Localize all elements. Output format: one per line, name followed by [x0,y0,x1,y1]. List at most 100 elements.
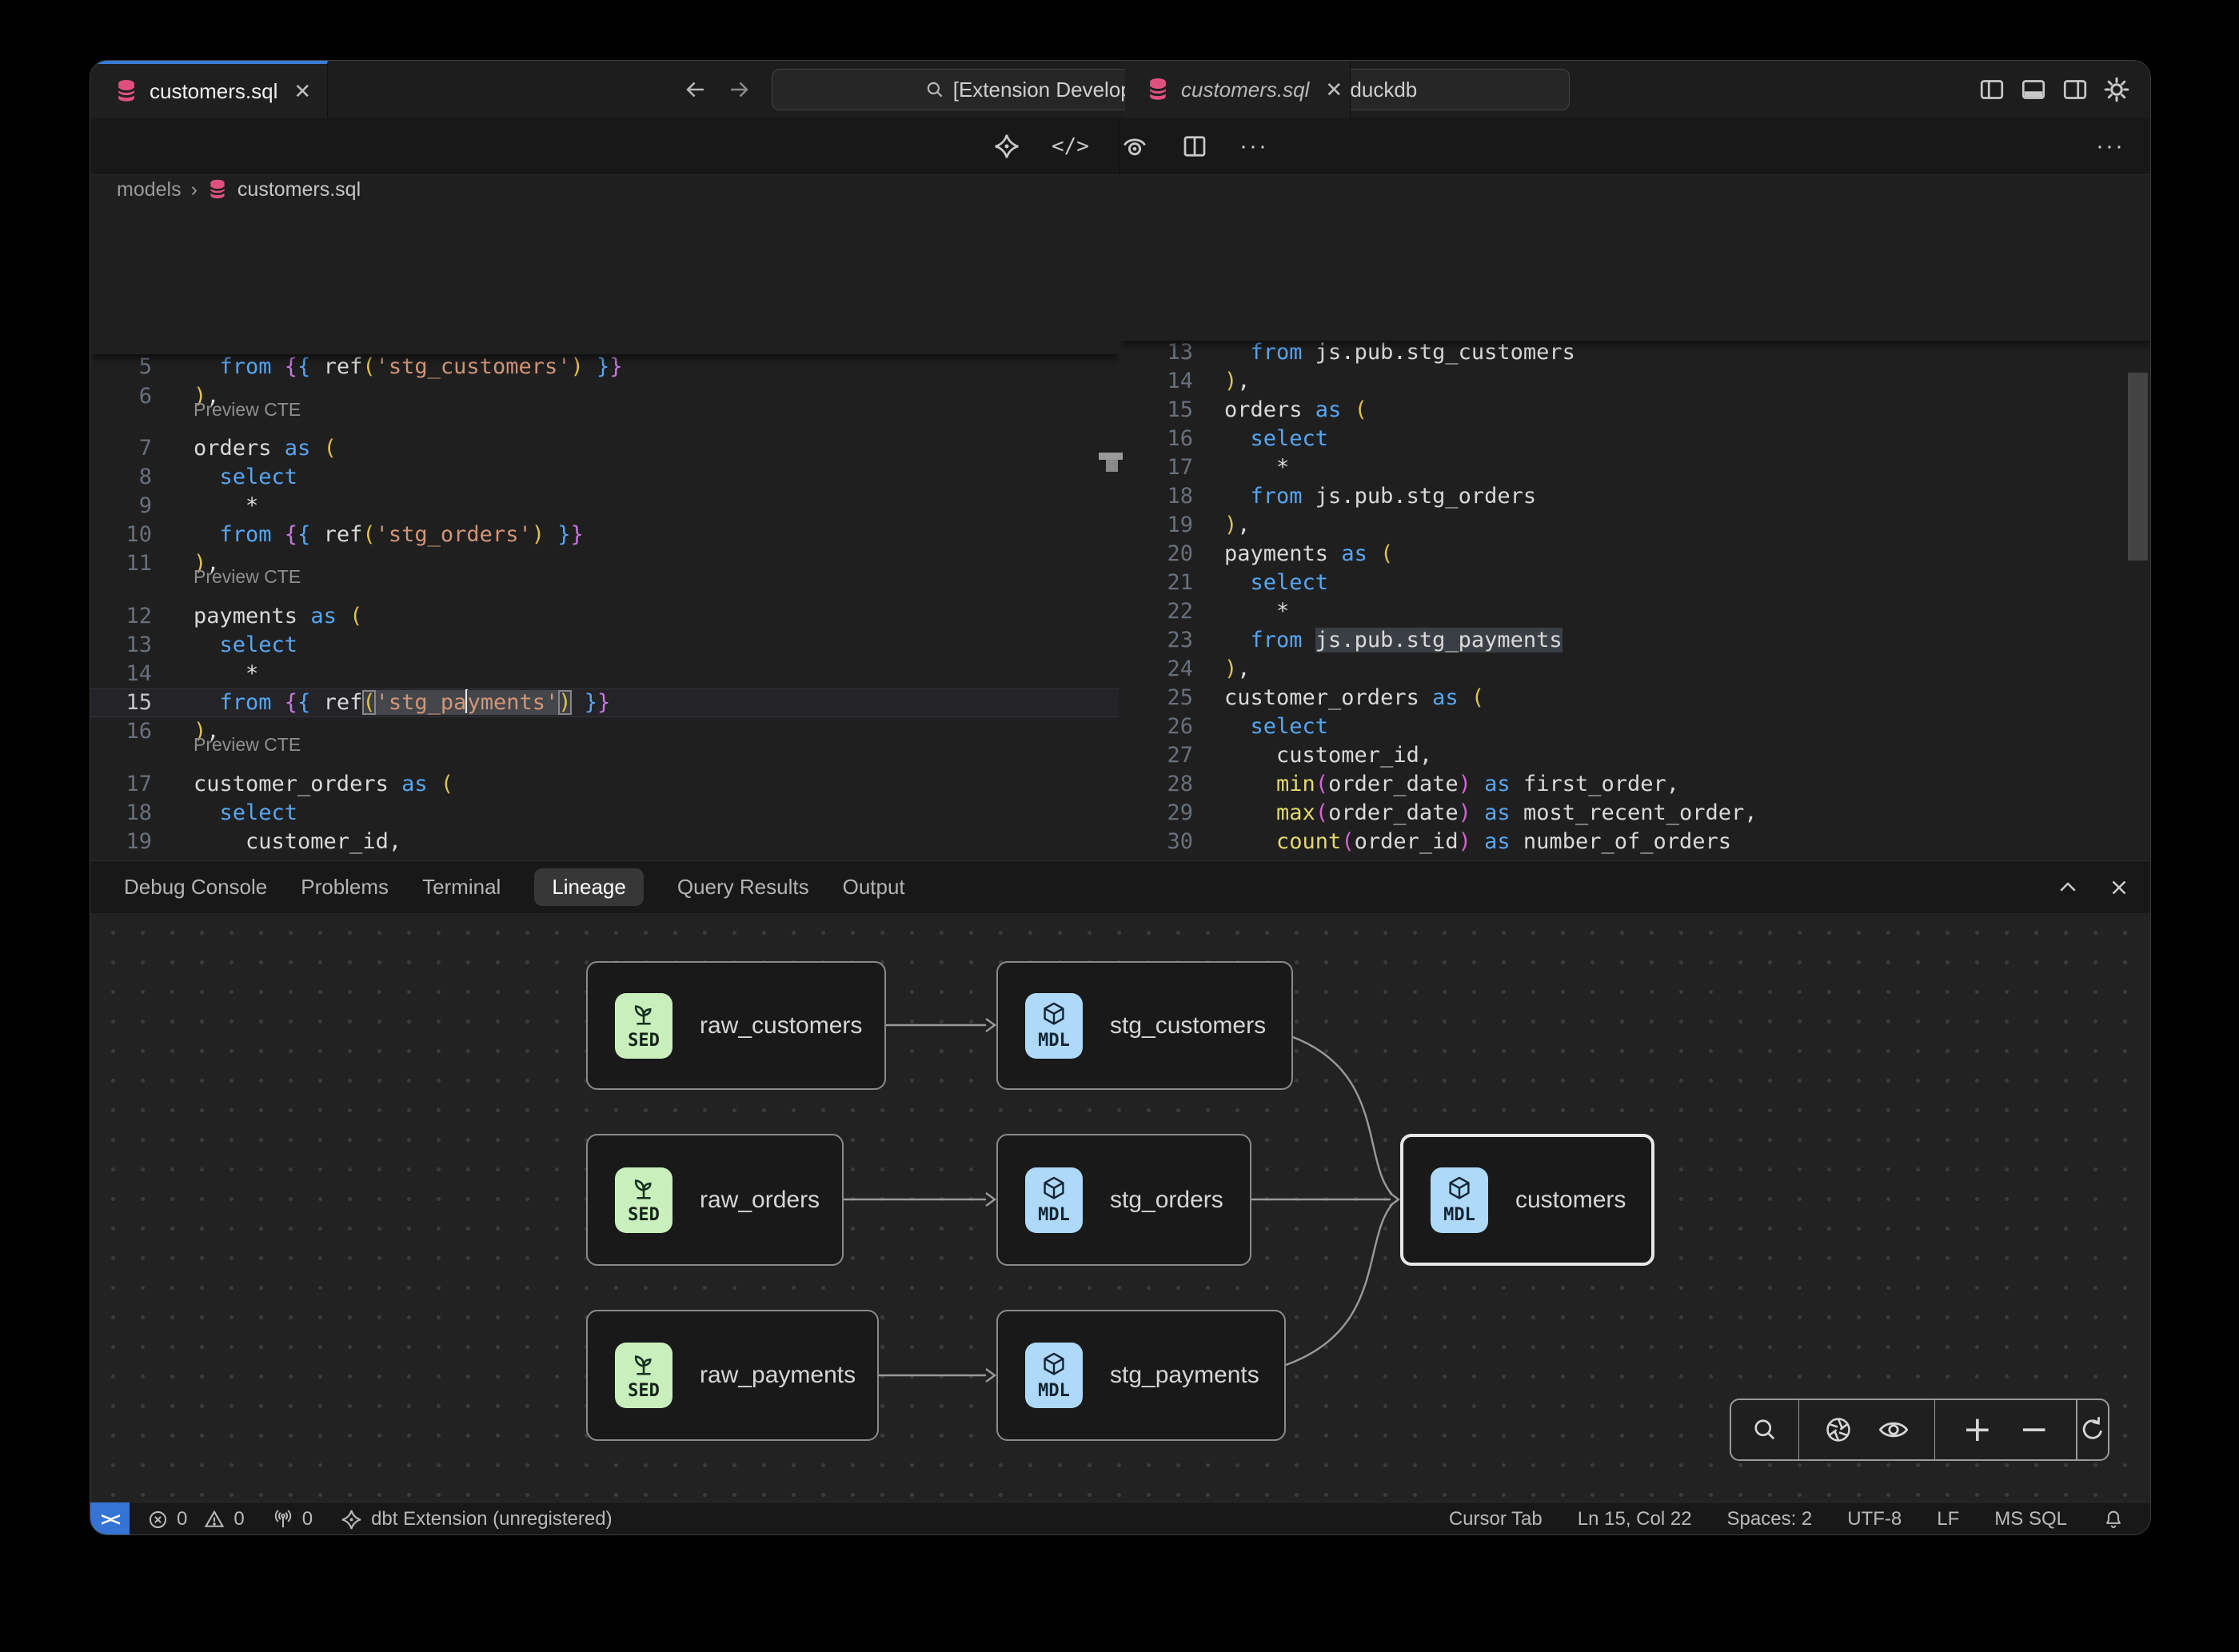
database-file-icon [114,78,138,104]
remote-indicator[interactable]: >< [90,1502,130,1536]
zoom-in-icon[interactable]: + [1962,1412,1992,1447]
ports-status[interactable]: 0 [272,1508,313,1530]
panel-tab-output[interactable]: Output [843,875,905,900]
preview-cte-lens[interactable]: Preview CTE [194,564,301,589]
lineage-node-raw_payments[interactable]: SEDraw_payments [586,1310,879,1441]
close-tab-icon[interactable]: ✕ [1325,78,1343,102]
code-line: 24), [1120,655,2151,684]
code-line: 30 count(order_id) as number_of_orders [1120,828,2151,856]
refresh-icon[interactable] [2077,1415,2108,1445]
code-line: 18 select [90,799,1119,828]
lineage-node-raw_customers[interactable]: SED raw_customers [586,961,886,1090]
more-actions-icon[interactable]: ··· [1239,133,1268,160]
line-number: 17 [90,770,152,799]
code-line: 20payments as ( [1120,540,2151,569]
right-editor-scrollbar-thumb[interactable] [2128,373,2148,561]
search-icon [924,79,945,100]
close-tab-icon[interactable]: ✕ [293,79,311,104]
status-item-ln-15-col-22[interactable]: Ln 15, Col 22 [1578,1508,1692,1530]
panel-tab-lineage[interactable]: Lineage [534,868,644,906]
code-line: 13 from js.pub.stg_customers [1120,338,2151,367]
line-number: 15 [1120,396,1193,425]
split-editor-icon[interactable] [1180,132,1209,161]
sticky-scroll-header[interactable] [1120,175,2151,341]
panel-tab-terminal[interactable]: Terminal [422,875,501,900]
database-file-icon [1146,77,1170,102]
cube-icon [1040,1175,1068,1203]
panel-tab-problems[interactable]: Problems [301,875,389,900]
model-badge: MDL [1025,1343,1083,1408]
lineage-canvas[interactable]: SED raw_customers MDLstg_customers SEDraw_o… [90,913,2151,1502]
back-arrow-icon[interactable] [682,76,709,103]
toggle-sidebar-right-icon[interactable] [2061,75,2089,104]
eye-icon[interactable] [1877,1413,1910,1446]
tab-customers-sql-left[interactable]: customers.sql ✕ [90,61,328,118]
maximize-panel-icon[interactable] [2056,876,2080,900]
aperture-icon[interactable] [1823,1415,1854,1445]
preview-cte-lens[interactable]: Preview CTE [194,397,301,422]
problems-status[interactable]: 0 0 [147,1508,245,1530]
warning-count: 0 [233,1508,244,1530]
dbt-extension-status[interactable]: dbt Extension (unregistered) [340,1508,613,1531]
title-bar: [Extension Development Host] jaffle_shop… [90,61,2150,118]
left-editor-scrollbar-thumb[interactable] [1099,453,1123,460]
bell-icon[interactable] [2102,1508,2125,1530]
panel-tab-debug-console[interactable]: Debug Console [124,875,267,900]
lineage-node-stg_payments[interactable]: MDLstg_payments [996,1310,1286,1441]
badge-type-label: MDL [1038,1205,1070,1225]
left-editor-scroll-marker[interactable] [1106,460,1118,472]
dbt-extension-label: dbt Extension (unregistered) [371,1508,613,1530]
status-item-lf[interactable]: LF [1937,1508,1959,1530]
badge-type-label: SED [628,1381,660,1401]
status-item-spaces-2[interactable]: Spaces: 2 [1727,1508,1813,1530]
lineage-node-stg_customers[interactable]: MDLstg_customers [996,961,1293,1090]
code-line: 28 min(order_date) as first_order, [1120,770,2151,799]
compiled-code-icon[interactable]: </> [1052,134,1089,158]
ports-count: 0 [302,1508,313,1530]
forward-arrow-icon[interactable] [725,76,752,103]
line-number: 16 [90,717,152,746]
seedling-icon [629,1351,658,1379]
status-item-utf-8[interactable]: UTF-8 [1847,1508,1902,1530]
line-number: 27 [1120,741,1193,770]
lineage-node-customers[interactable]: MDLcustomers [1400,1134,1654,1266]
code-line: 5 from {{ ref('stg_customers') }} [90,353,1119,381]
editor-area: models › customers.sql 5 from {{ ref('st… [90,175,2151,860]
lineage-node-raw_orders[interactable]: SEDraw_orders [586,1134,844,1266]
sticky-scroll-header[interactable] [90,319,1119,354]
code-line: 9 * [90,492,1119,521]
code-editor-right[interactable]: 13 from js.pub.stg_customers14),15orders… [1120,175,2151,860]
tab-customers-sql-right[interactable]: customers.sql ✕ [1125,61,1351,118]
search-icon[interactable] [1750,1415,1779,1444]
code-editor-left[interactable]: 5 from {{ ref('stg_customers') }}6),7ord… [90,175,1119,860]
code-line: 12payments as ( [90,602,1119,631]
seed-badge: SED [615,993,672,1059]
code-line: 17 * [1120,453,2151,482]
close-panel-icon[interactable] [2107,876,2131,900]
bottom-panel: Debug Console Problems Terminal Lineage Quer… [90,860,2151,1502]
toggle-panel-icon[interactable] [2019,75,2048,104]
code-line: 21 select [1120,569,2151,597]
preview-eye-icon[interactable] [1120,131,1150,162]
code-line: 15orders as ( [1120,396,2151,425]
toggle-sidebar-left-icon[interactable] [1978,75,2006,104]
preview-cte-lens[interactable]: Preview CTE [194,732,301,757]
line-number: 28 [1120,770,1193,799]
line-number: 14 [90,660,152,688]
panel-tab-query-results[interactable]: Query Results [677,875,809,900]
lineage-node-stg_orders[interactable]: MDLstg_orders [996,1134,1251,1266]
line-number: 13 [90,631,152,660]
dbt-icon[interactable] [992,132,1021,161]
more-actions-icon[interactable]: ··· [2096,133,2125,160]
gear-icon[interactable] [2102,75,2131,104]
line-number: 19 [1120,511,1193,540]
zoom-out-icon[interactable]: − [2019,1412,2049,1447]
app-window: [Extension Development Host] jaffle_shop… [90,60,2151,1535]
node-label: raw_customers [700,1012,862,1039]
line-number: 30 [1120,828,1193,856]
status-item-cursor-tab[interactable]: Cursor Tab [1449,1508,1543,1530]
model-badge: MDL [1025,1167,1083,1233]
lineage-refresh-segment [2077,1400,2108,1459]
line-number: 26 [1120,712,1193,741]
status-item-ms-sql[interactable]: MS SQL [1994,1508,2067,1530]
